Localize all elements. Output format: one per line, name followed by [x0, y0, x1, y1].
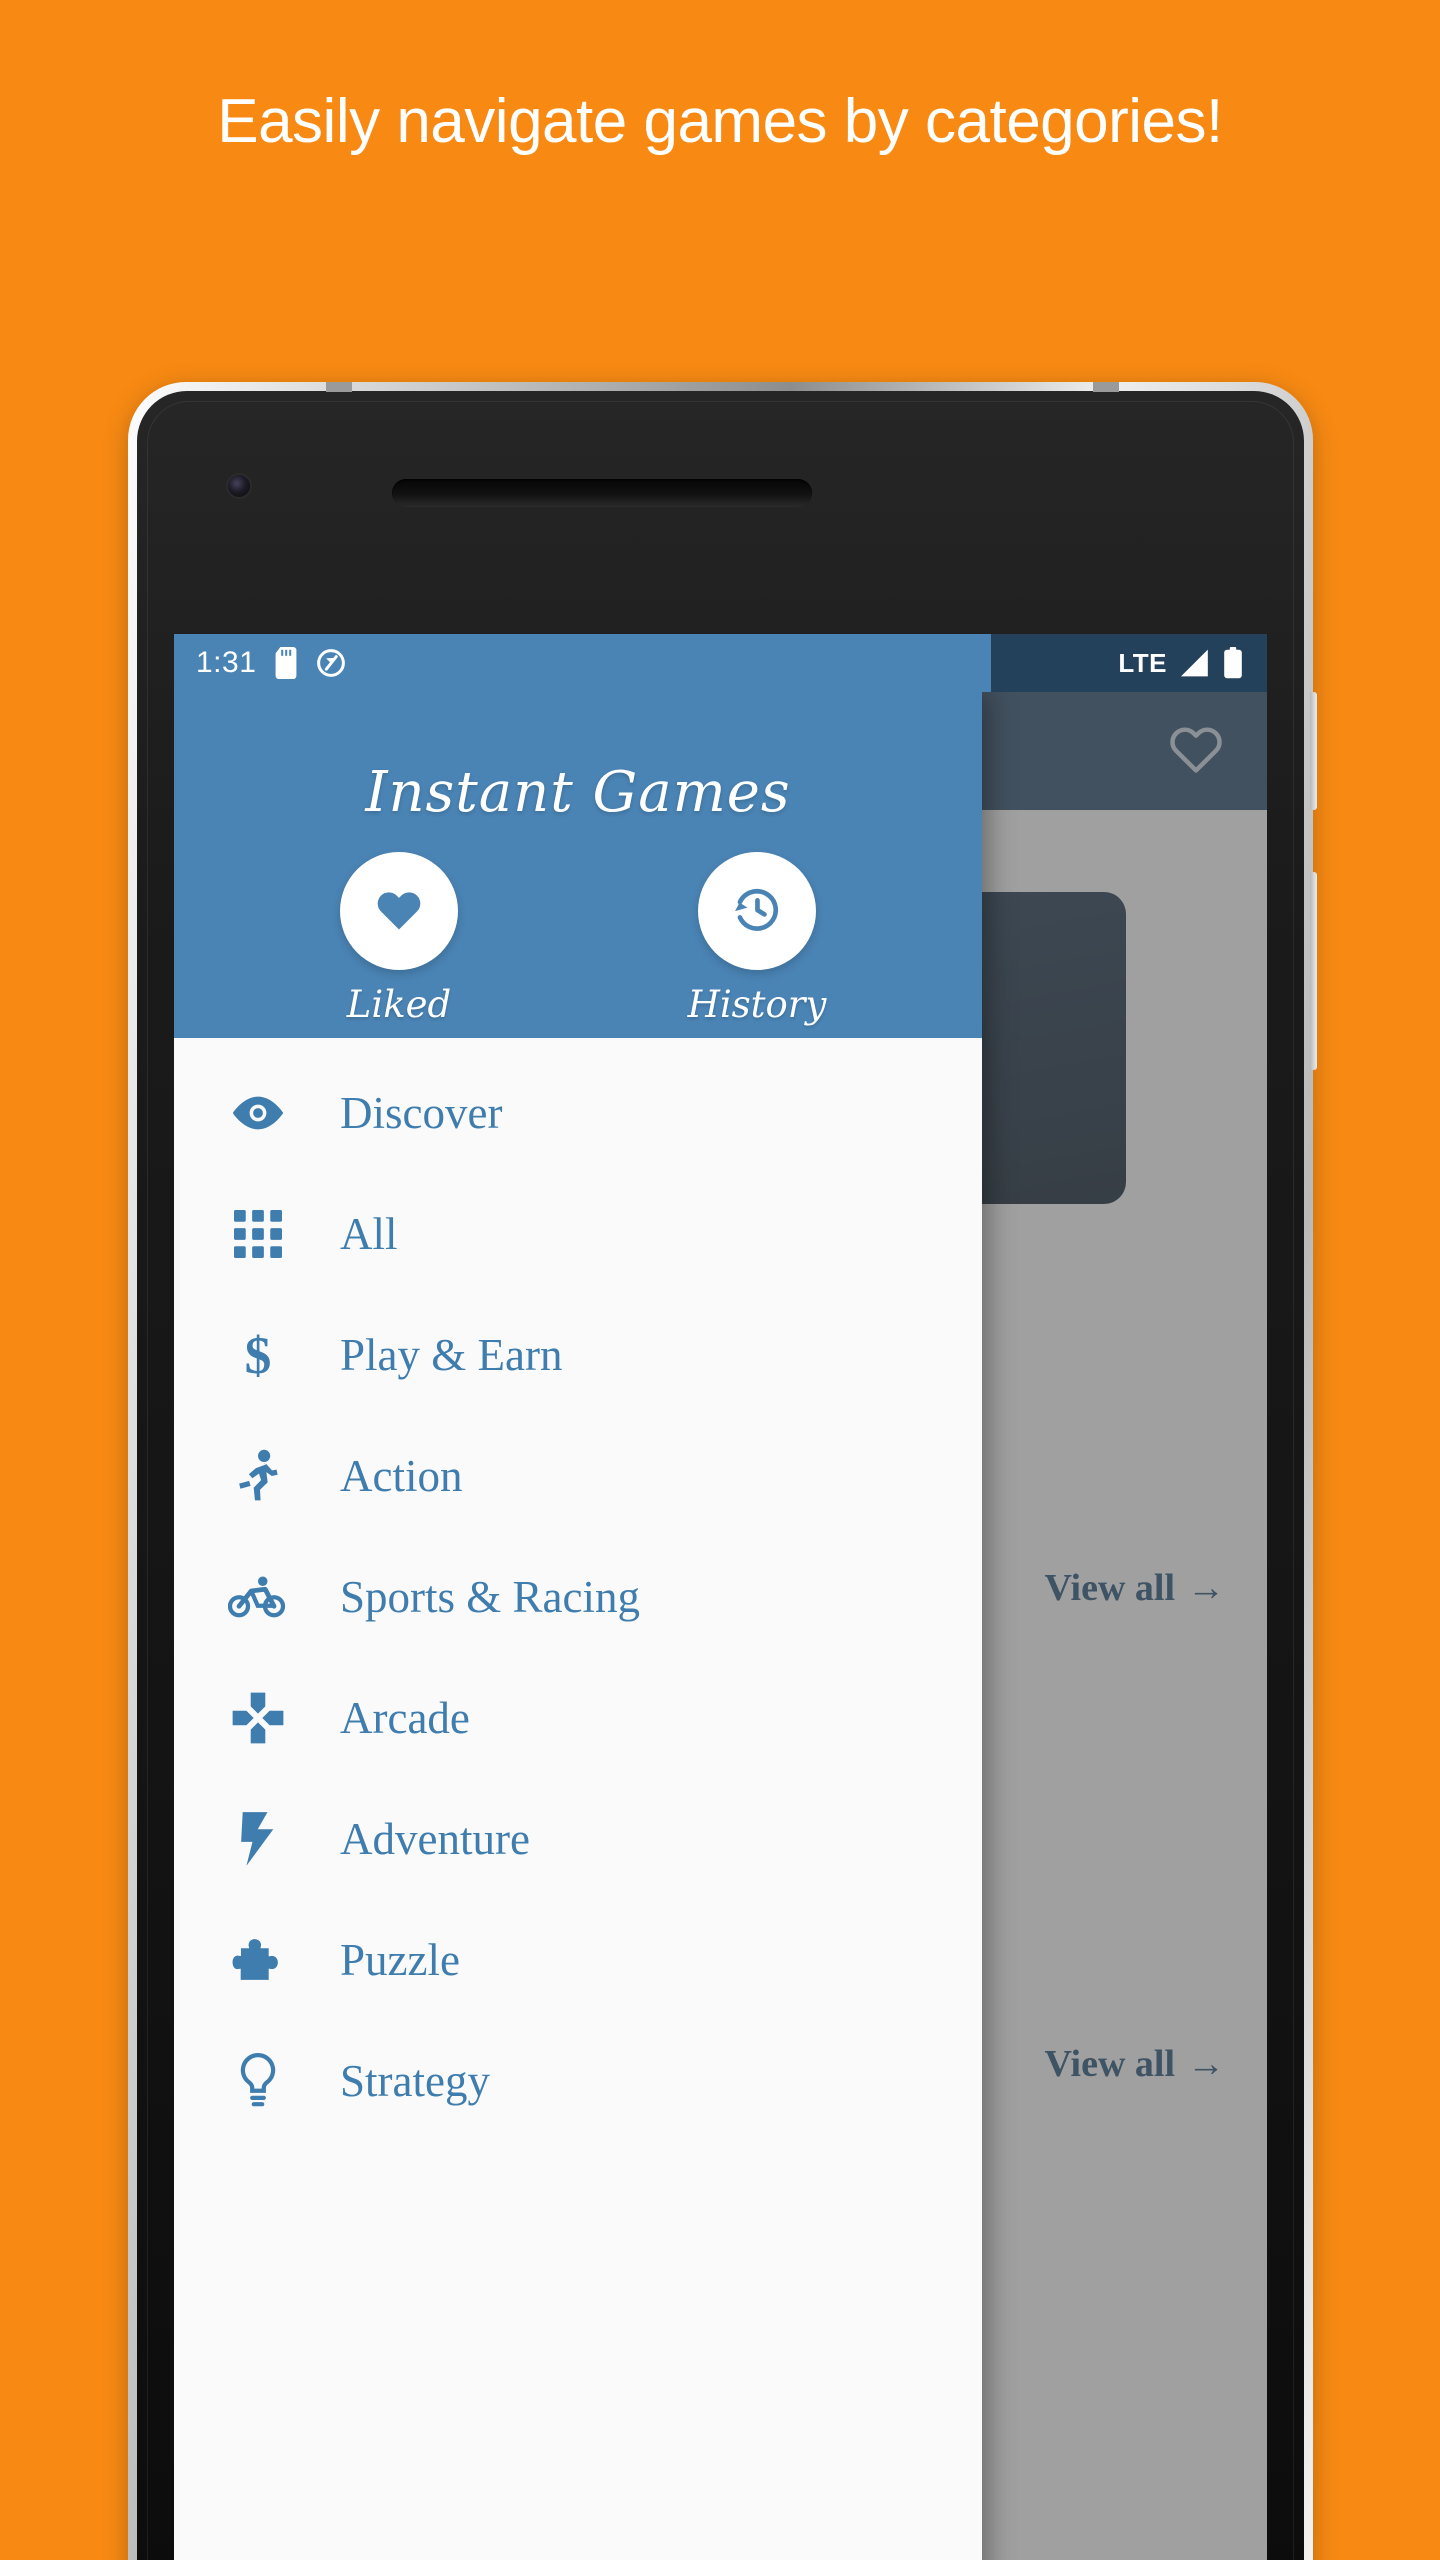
menu-item-action[interactable]: Action: [174, 1415, 982, 1536]
drawer-quick-actions: Liked History: [174, 852, 982, 1026]
quick-action-label: History: [687, 983, 827, 1026]
menu-item-label: Action: [340, 1450, 463, 1501]
status-bar-right: LTE: [991, 634, 1267, 692]
puzzle-piece-icon: [214, 1934, 302, 1986]
menu-item-label: Discover: [340, 1087, 503, 1138]
phone-device-frame: LE ER E: [128, 382, 1317, 2560]
location-off-icon: [316, 648, 346, 678]
svg-text:$: $: [245, 1327, 272, 1383]
menu-item-strategy[interactable]: Strategy: [174, 2020, 982, 2141]
power-button[interactable]: [1310, 692, 1317, 810]
grid-icon: [214, 1209, 302, 1258]
promo-headline: Easily navigate games by categories!: [217, 87, 1223, 156]
menu-item-label: Strategy: [340, 2055, 490, 2106]
navigation-drawer: Instant Games Liked History Discover All…: [174, 692, 982, 2560]
antenna-line-left: [326, 382, 352, 392]
menu-item-puzzle[interactable]: Puzzle: [174, 1899, 982, 2020]
menu-item-label: Adventure: [340, 1813, 530, 1864]
bicycle-icon: [214, 1575, 302, 1619]
earpiece-speaker: [392, 479, 812, 507]
status-bar: 1:31 LTE: [174, 634, 1267, 692]
running-person-icon: [214, 1448, 302, 1504]
status-bar-clock: 1:31: [196, 646, 257, 679]
lightbulb-icon: [214, 2052, 302, 2110]
quick-action-label: Liked: [346, 983, 452, 1026]
menu-item-sports-and-racing[interactable]: Sports & Racing: [174, 1536, 982, 1657]
app-title: Instant Games: [365, 760, 791, 825]
menu-item-label: Arcade: [340, 1692, 470, 1743]
volume-button[interactable]: [1310, 872, 1317, 1070]
quick-action-history[interactable]: History: [662, 852, 852, 1026]
drawer-menu-list: Discover All $ Play & Earn Action Sports…: [174, 1038, 982, 2141]
eye-icon: [214, 1093, 302, 1133]
phone-screen: LE ER E: [174, 634, 1267, 2560]
quick-action-liked[interactable]: Liked: [304, 852, 494, 1026]
dpad-icon: [214, 1691, 302, 1745]
front-camera-icon: [228, 475, 250, 497]
sd-card-icon: [274, 647, 298, 679]
history-clock-icon: [729, 881, 785, 942]
menu-item-play-and-earn[interactable]: $ Play & Earn: [174, 1294, 982, 1415]
menu-item-label: Play & Earn: [340, 1329, 563, 1380]
menu-item-arcade[interactable]: Arcade: [174, 1657, 982, 1778]
menu-item-discover[interactable]: Discover: [174, 1052, 982, 1173]
signal-icon: [1179, 648, 1211, 678]
dollar-icon: $: [214, 1327, 302, 1383]
menu-item-label: Puzzle: [340, 1934, 460, 1985]
battery-icon: [1223, 647, 1243, 679]
drawer-header: Instant Games Liked History: [174, 692, 982, 1038]
menu-item-label: Sports & Racing: [340, 1571, 640, 1622]
menu-item-label: All: [340, 1208, 398, 1259]
network-type-label: LTE: [1118, 647, 1167, 678]
antenna-line-right: [1093, 382, 1119, 392]
lightning-bolt-icon: [214, 1810, 302, 1868]
menu-item-all[interactable]: All: [174, 1173, 982, 1294]
menu-item-adventure[interactable]: Adventure: [174, 1778, 982, 1899]
quick-action-circle: [698, 852, 816, 970]
status-bar-left: 1:31: [174, 634, 991, 692]
heart-icon: [372, 885, 426, 938]
quick-action-circle: [340, 852, 458, 970]
